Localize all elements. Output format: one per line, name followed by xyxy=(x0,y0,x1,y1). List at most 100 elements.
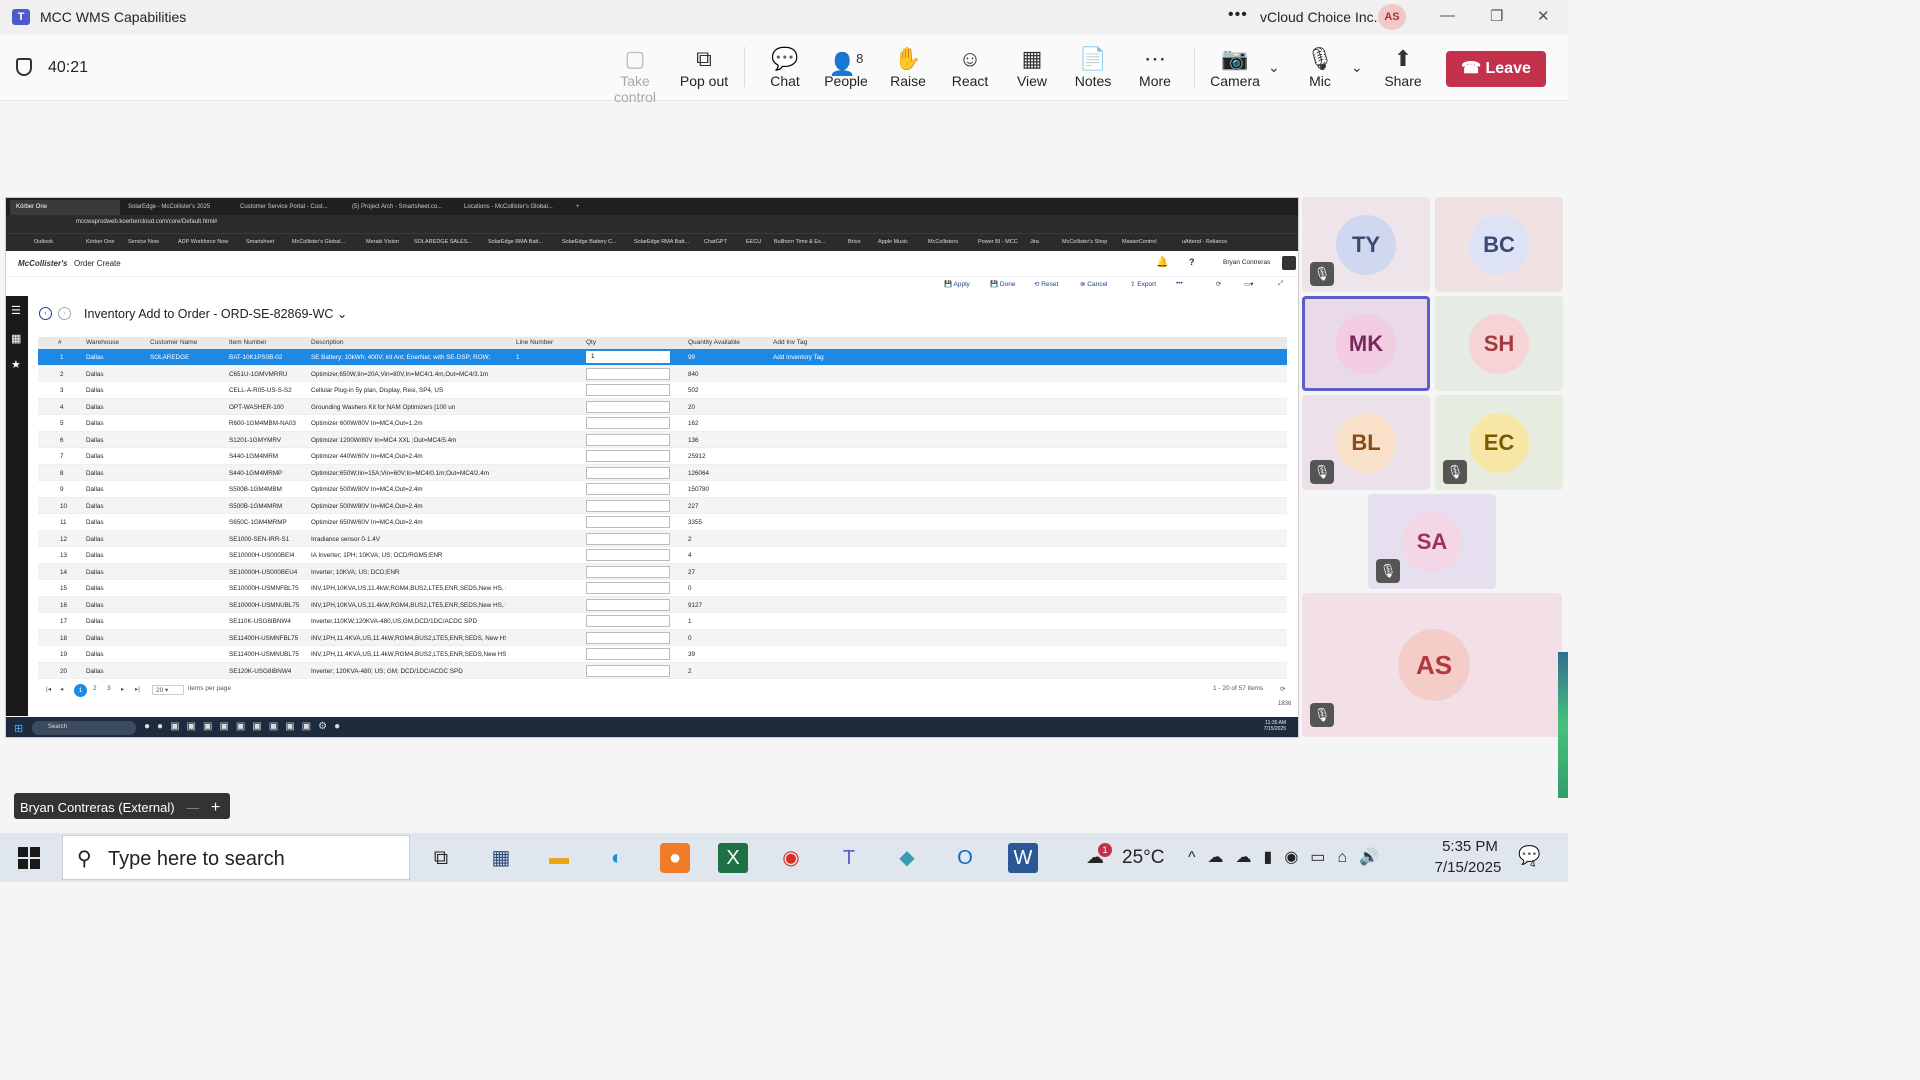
bookmark[interactable]: SOLAREDGE SALES... xyxy=(414,239,472,245)
more-button[interactable]: ⋯ More xyxy=(1123,45,1187,89)
bookmark[interactable]: EECU xyxy=(746,239,761,245)
table-row[interactable]: 19 Dallas SE11400H-USMNUBL75 INV,1PH,11.4KV… xyxy=(38,646,1287,663)
system-tray-icons[interactable]: ^☁☁▮◉▭⌂🔊 xyxy=(1188,847,1391,867)
column-header[interactable]: Item Number xyxy=(229,339,267,346)
table-row[interactable]: 4 Dallas OPT-WASHER-100 Grounding Washers K… xyxy=(38,398,1287,415)
bookmark[interactable]: Smartsheet xyxy=(246,239,274,245)
self-view-tile[interactable]: AS 🎙 xyxy=(1302,593,1562,737)
done-button[interactable]: 💾 Done xyxy=(990,280,1015,288)
react-button[interactable]: ☺ React xyxy=(938,45,1002,89)
leave-button[interactable]: ☎ Leave xyxy=(1446,51,1546,87)
table-row[interactable]: 10 Dallas S500B-1GM4MRM Optimizer 500W/80V … xyxy=(38,497,1287,514)
camera-options-chevron-icon[interactable]: ⌄ xyxy=(1268,59,1280,76)
user-avatar[interactable]: AS xyxy=(1378,4,1406,30)
column-header[interactable]: Customer Name xyxy=(150,339,197,346)
export-button[interactable]: ⇪ Export xyxy=(1130,280,1156,288)
table-row[interactable]: 8 Dallas S440-1GM4MRMP Optimizer;650W;Iin=1… xyxy=(38,464,1287,481)
clock-date[interactable]: 7/15/2025 xyxy=(1426,859,1510,876)
bookmark[interactable]: ADP Workforce Now xyxy=(178,239,228,245)
bookmark[interactable]: Power BI - MCC xyxy=(978,239,1018,245)
column-header[interactable]: Line Number xyxy=(516,339,553,346)
chat-button[interactable]: 💬 Chat xyxy=(753,45,817,89)
back-icon[interactable]: ‹ xyxy=(39,307,52,320)
table-row[interactable]: 7 Dallas S440-1GM4MRM Optimizer 440W/60V In… xyxy=(38,448,1287,465)
people-button[interactable]: 👤8 People xyxy=(814,45,878,89)
table-row[interactable]: 13 Dallas SE10000H-US000BEI4 IA Inverter; 1… xyxy=(38,547,1287,564)
page-options-icon[interactable]: ▭▾ xyxy=(1244,280,1253,288)
new-tab-icon[interactable]: + xyxy=(570,200,584,215)
bookmark[interactable]: Meraki Vision xyxy=(366,239,399,245)
column-header[interactable]: # xyxy=(58,339,62,346)
outlook-icon[interactable]: O xyxy=(950,843,980,873)
mic-button[interactable]: 🎙 Mic xyxy=(1288,45,1352,89)
qty-input[interactable] xyxy=(586,516,670,528)
column-header[interactable]: Warehouse xyxy=(86,339,119,346)
page-size-select[interactable]: 20 ▾ xyxy=(152,685,184,695)
participant-tile[interactable]: TY 🎙 xyxy=(1302,197,1430,292)
participant-tile[interactable]: SH xyxy=(1435,296,1563,391)
browser-tab[interactable]: Körber One xyxy=(10,200,120,215)
reset-button[interactable]: ⟲ Reset xyxy=(1034,280,1058,288)
mic-options-chevron-icon[interactable]: ⌄ xyxy=(1351,59,1363,76)
table-row[interactable]: 18 Dallas SE11400H-USMNFBL75 INV,1PH,11.4KV… xyxy=(38,629,1287,646)
table-row[interactable]: 1 Dallas SOLAREDGE BAT-10K1PS0B-02 SE Batter… xyxy=(38,349,1287,366)
star-icon[interactable]: ★ xyxy=(11,358,21,371)
table-row[interactable]: 20 Dallas SE120K-USG8IBNW4 Inverter; 120KVA… xyxy=(38,662,1287,679)
column-header[interactable]: Add Inv Tag xyxy=(773,339,807,346)
help-icon[interactable]: ? xyxy=(1189,257,1195,267)
table-row[interactable]: 17 Dallas SE110K-USG8IBNW4 Inverter,110KW,1… xyxy=(38,613,1287,630)
url-field[interactable]: mccwaprodweb.koerbercloud.com/core/Defau… xyxy=(76,219,1156,230)
qty-input[interactable] xyxy=(586,384,670,396)
bell-icon[interactable]: 🔔 xyxy=(1156,257,1168,268)
menu-icon[interactable]: ☰ xyxy=(11,304,21,317)
qty-input[interactable] xyxy=(586,664,670,677)
more-options-icon[interactable]: ••• xyxy=(1228,6,1248,24)
qty-input[interactable] xyxy=(586,499,670,512)
bookmark[interactable]: McCollister's Global... xyxy=(292,239,345,245)
qty-input[interactable] xyxy=(586,450,670,462)
participant-tile-speaking[interactable]: MK xyxy=(1302,296,1430,391)
temperature[interactable]: 25°C xyxy=(1122,847,1164,869)
plus-icon[interactable]: + xyxy=(211,799,220,816)
qty-input[interactable] xyxy=(586,417,670,429)
user-name[interactable]: Bryan Contreras xyxy=(1223,259,1270,266)
refresh-icon[interactable]: ⟳ xyxy=(1216,280,1221,288)
bookmark[interactable]: Brivo xyxy=(848,239,861,245)
first-page-icon[interactable]: |◂ xyxy=(46,685,51,693)
excel-icon[interactable]: X xyxy=(718,843,748,873)
bookmark[interactable]: SolarEdge Battery C... xyxy=(562,239,617,245)
word-icon[interactable]: W xyxy=(1008,843,1038,873)
prev-page-icon[interactable]: ◂ xyxy=(60,685,63,693)
more-actions-icon[interactable]: ••• xyxy=(1176,280,1183,287)
taskbar-search-input[interactable]: ⚲ Type here to search xyxy=(62,835,410,880)
qty-input[interactable] xyxy=(586,631,670,644)
edge-icon[interactable]: ◐ xyxy=(602,843,632,873)
calculator-icon[interactable]: ▦ xyxy=(486,843,516,873)
user-icon[interactable] xyxy=(1282,256,1296,270)
qty-input[interactable] xyxy=(586,367,670,380)
table-row[interactable]: 11 Dallas S650C-1GM4MRMP Optimizer 650W/60V… xyxy=(38,514,1287,531)
qty-input[interactable] xyxy=(586,433,670,446)
pager-refresh-icon[interactable]: ⟳ xyxy=(1280,685,1285,693)
bookmark[interactable]: Service Now xyxy=(128,239,159,245)
table-row[interactable]: 16 Dallas SE10000H-USMNUBL75 INV,1PH,10KVA,… xyxy=(38,596,1287,613)
bookmark[interactable]: McCollisters xyxy=(928,239,958,245)
participant-tile[interactable]: BC xyxy=(1435,197,1563,292)
bookmark[interactable]: SolarEdge RMA Batt... xyxy=(488,239,543,245)
table-row[interactable]: 9 Dallas S500B-1GM4MBM Optimizer 500W/80V I… xyxy=(38,481,1287,498)
apply-button[interactable]: 💾 Apply xyxy=(944,280,970,288)
file-explorer-icon[interactable]: ▬ xyxy=(544,843,574,873)
page-number[interactable]: 2 xyxy=(93,685,97,692)
pop-out-button[interactable]: ⧉ Pop out xyxy=(672,45,736,89)
table-row[interactable]: 12 Dallas SE1000-SEN-IRR-S1 Irradiance sens… xyxy=(38,530,1287,547)
participant-tile[interactable]: EC 🎙 xyxy=(1435,395,1563,490)
bookmark[interactable]: McCollister's Shop xyxy=(1062,239,1107,245)
chrome-icon[interactable]: ◉ xyxy=(776,843,806,873)
cancel-button[interactable]: ⊗ Cancel xyxy=(1080,280,1108,288)
bookmark[interactable]: Jira xyxy=(1030,239,1039,245)
bookmark[interactable]: SolarEdge RMA Batt... xyxy=(634,239,689,245)
table-row[interactable]: 14 Dallas SE10000H-US000BEU4 Inverter; 10KV… xyxy=(38,563,1287,580)
remote-pinned-apps-icon[interactable]: ●●▣▣▣▣▣▣▣▣▣⚙● xyxy=(144,721,347,732)
app-diamond-icon[interactable]: ◆ xyxy=(892,843,922,873)
table-row[interactable]: 3 Dallas CELL-A-R05-US-S-S2 Cellular Plug-i… xyxy=(38,382,1287,399)
